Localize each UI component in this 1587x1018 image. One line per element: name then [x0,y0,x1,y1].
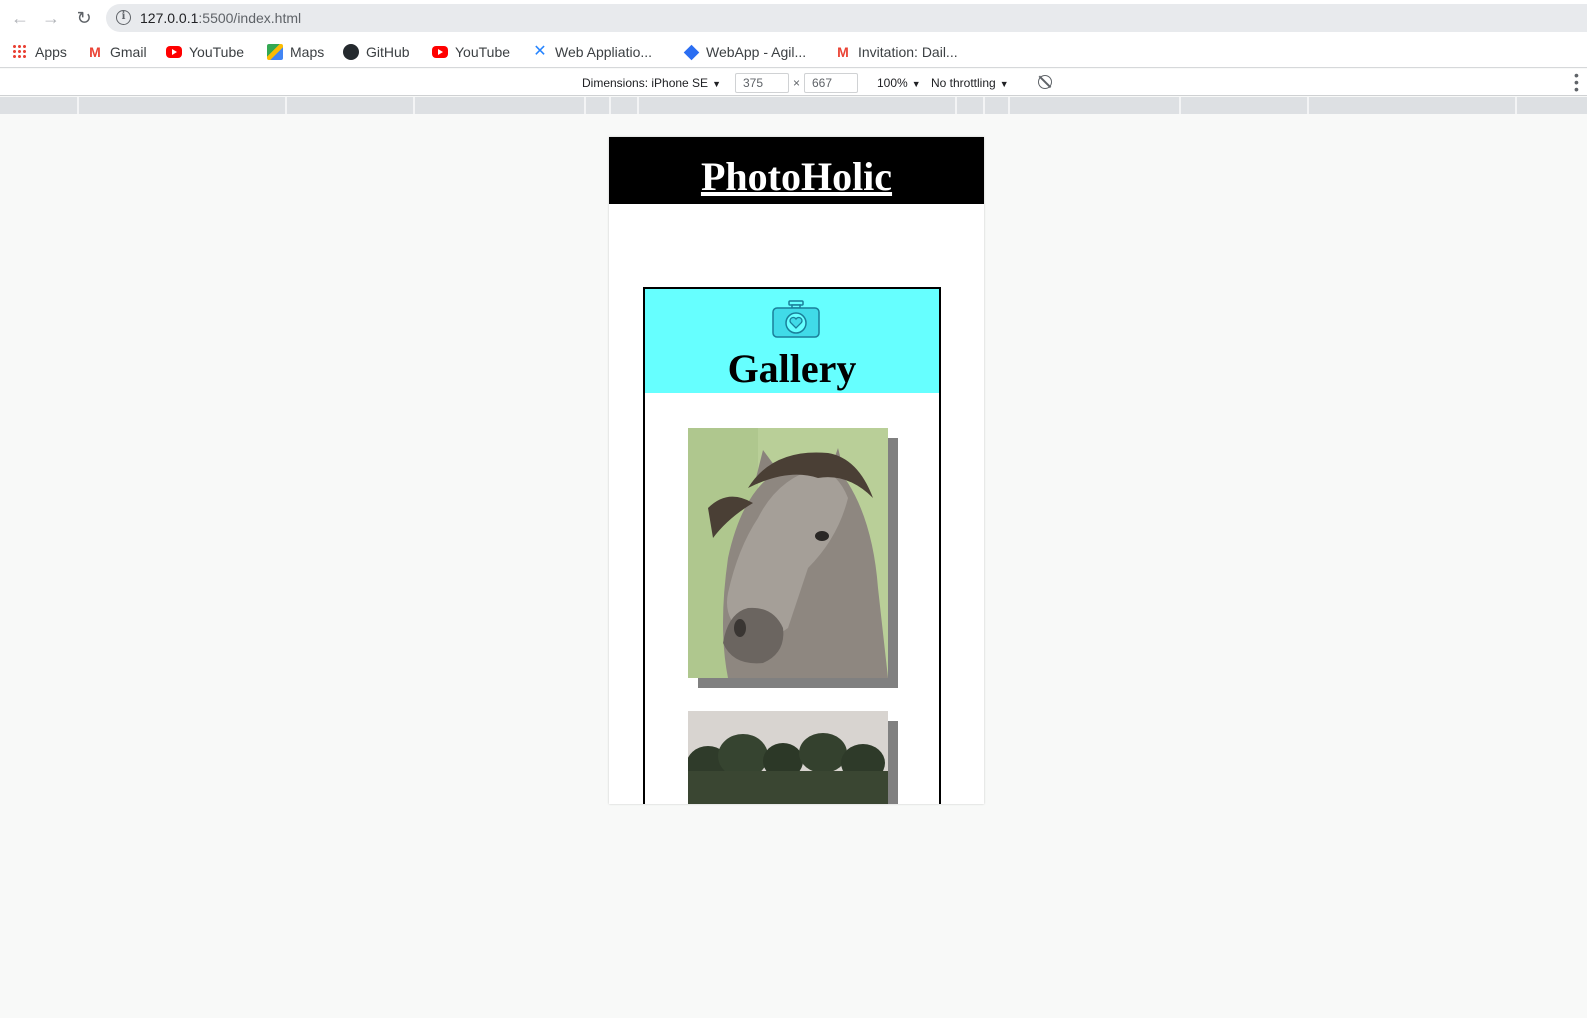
bookmark-maps[interactable]: Maps [267,41,324,63]
dropdown-caret-icon: ▼ [911,79,921,89]
horse-photo[interactable] [688,428,888,678]
back-arrow-icon[interactable]: ← [9,8,31,28]
rotate-device-icon[interactable] [1038,75,1052,89]
zoom-dropdown[interactable]: 100% ▼ [877,76,921,90]
camera-heart-icon [772,300,820,338]
device-width-input[interactable]: 375 [735,73,789,93]
gallery-item [688,428,898,688]
device-toolbar: Dimensions: iPhone SE ▼ 375 × 667 100% ▼ N… [0,68,1587,96]
bookmarks-bar: Apps M Gmail YouTube Maps GitHub YouTube … [0,36,1587,68]
bookmark-youtube-2[interactable]: YouTube [432,41,510,63]
device-height-input[interactable]: 667 [804,73,858,93]
bookmark-youtube[interactable]: YouTube [166,41,244,63]
dropdown-caret-icon: ▼ [999,79,1009,89]
bookmark-apps[interactable]: Apps [12,41,67,63]
site-title-link[interactable]: PhotoHolic [701,155,892,199]
gmail-icon: M [89,44,101,60]
gallery-item [688,711,898,804]
url-text[interactable]: 127.0.0.1:5500/index.html [140,10,301,26]
jira-icon [683,44,700,60]
browser-toolbar: ← → ↻ i 127.0.0.1:5500/index.html [0,0,1587,36]
bookmark-web-application[interactable]: ✕ Web Appliatio... [532,41,652,63]
gmail-icon: M [837,44,849,60]
youtube-icon [432,46,448,58]
device-viewport: PhotoHolic Gallery [609,137,984,804]
github-icon [343,44,359,60]
dropdown-caret-icon: ▼ [712,79,721,89]
gallery-section: Gallery [643,287,941,804]
bookmark-github[interactable]: GitHub [343,41,410,63]
maps-icon [267,44,283,60]
apps-grid-icon [12,44,28,60]
forward-arrow-icon[interactable]: → [40,8,62,28]
gallery-header: Gallery [645,289,939,393]
bookmark-webapp-agile[interactable]: WebApp - Agil... [683,41,806,63]
address-bar[interactable]: i 127.0.0.1:5500/index.html [106,4,1587,32]
bookmark-invitation[interactable]: M Invitation: Dail... [835,41,957,63]
bookmark-gmail[interactable]: M Gmail [87,41,146,63]
dimension-separator: × [793,76,801,90]
more-options-icon[interactable]: • • • [1574,68,1579,96]
throttling-dropdown[interactable]: No throttling ▼ [931,76,1009,90]
confluence-icon: ✕ [533,43,547,60]
media-query-bar[interactable] [0,97,1587,114]
device-dimensions-dropdown[interactable]: Dimensions: iPhone SE ▼ [582,76,721,90]
youtube-icon [166,46,182,58]
gallery-title: Gallery [727,346,857,391]
forest-photo[interactable] [688,711,888,804]
site-header: PhotoHolic [609,137,984,204]
reload-icon[interactable]: ↻ [73,8,95,28]
site-info-icon[interactable]: i [116,10,131,25]
